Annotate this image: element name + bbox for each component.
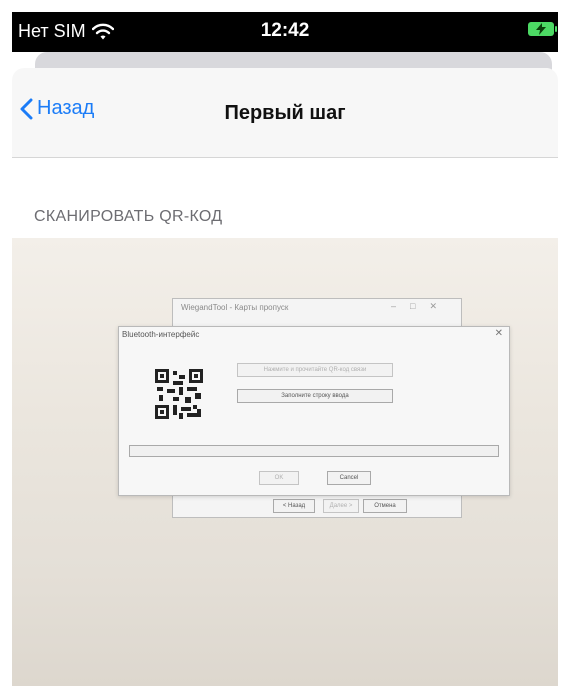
wizard-back-button: < Назад [273,499,315,513]
qr-code-icon [155,369,203,419]
wizard-cancel-button: Отмена [363,499,407,513]
background-window-title: WiegandTool - Карты пропуск [181,303,289,312]
progress-bar [129,445,499,457]
status-bar: Нет SIM 12:42 [12,12,558,52]
section-header: СКАНИРОВАТЬ QR-КОД [34,208,223,225]
qr-camera-preview[interactable]: WiegandTool - Карты пропуск –□✕ < Назад … [12,238,558,686]
page-title: Первый шаг [224,102,346,124]
modal-sheet: Назад Первый шаг СКАНИРОВАТЬ QR-КОД Wieg… [12,68,558,686]
scan-qr-button: Нажмите и прочитайте QR-код связи [237,363,393,377]
bluetooth-dialog: Bluetooth-интерфейс ✕ Нажмите и прочитай… [118,326,510,496]
fill-input-button: Заполните строку ввода [237,389,393,403]
close-icon: ✕ [494,328,503,339]
wizard-next-button: Далее > [323,499,359,513]
window-controls: –□✕ [391,301,451,311]
navigation-bar: Назад Первый шаг [12,68,558,158]
ok-button: OK [259,471,299,485]
battery-charging-icon [528,22,557,36]
cancel-button: Cancel [327,471,371,485]
clock: 12:42 [260,20,310,41]
dialog-title: Bluetooth-интерфейс [122,330,200,339]
